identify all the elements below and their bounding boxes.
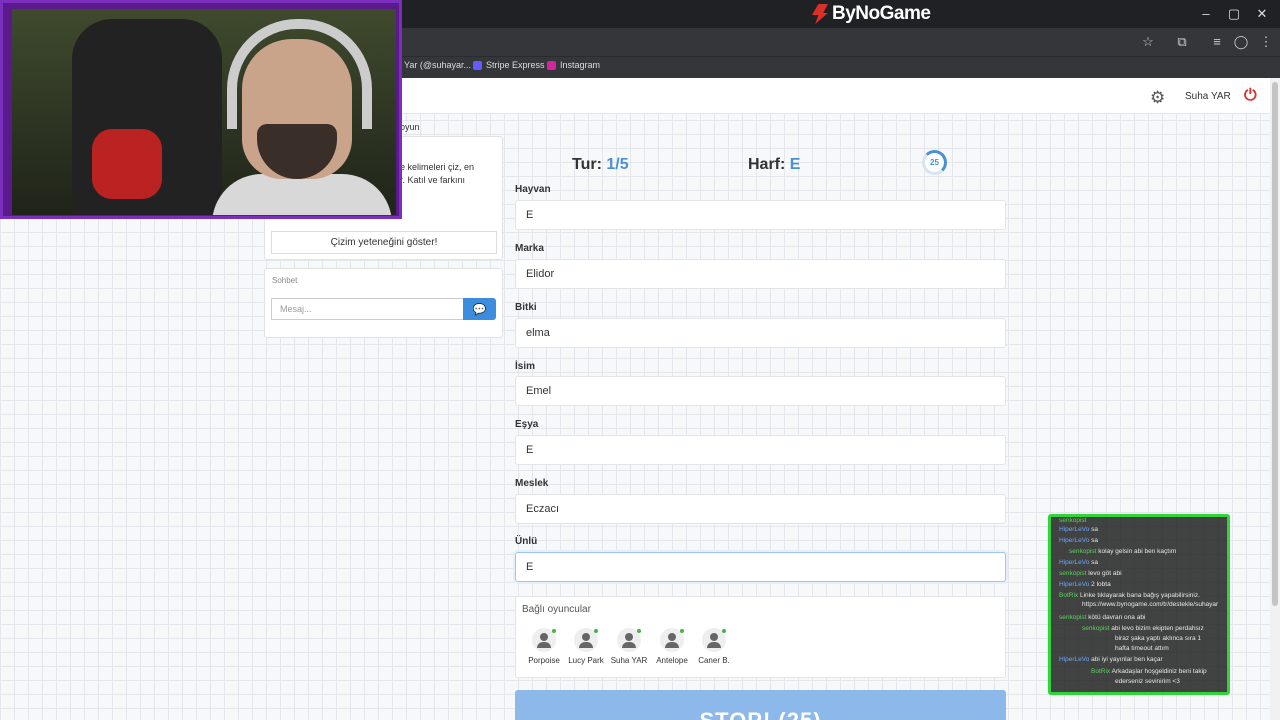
chat-line: HiperLeVo sa	[1059, 559, 1099, 566]
chat-line: HiperLeVo abi iyi yayınlar ben kaçar	[1059, 656, 1163, 663]
bitki-input[interactable]	[515, 318, 1006, 348]
stop-button[interactable]: STOP! (25)	[515, 690, 1006, 720]
menu-icon[interactable]: ⋮	[1258, 34, 1274, 50]
chat-line: ederseniz sevinirim <3	[1115, 678, 1180, 685]
field-label-esya: Eşya	[515, 419, 539, 430]
online-status-dot	[552, 629, 556, 633]
stripe-icon	[473, 60, 482, 70]
instagram-icon	[547, 60, 556, 70]
minimize-icon[interactable]: –	[1196, 6, 1216, 21]
username-label[interactable]: Suha YAR	[1185, 91, 1231, 102]
draw-skill-button[interactable]: Çizim yeteneğini göster!	[271, 231, 497, 254]
power-icon[interactable]: ⏻	[1244, 87, 1257, 105]
bookmark-star-icon[interactable]: ☆	[1140, 34, 1156, 50]
online-status-dot	[680, 629, 684, 633]
field-label-unlu: Ünlü	[515, 536, 538, 547]
field-label-meslek: Meslek	[515, 478, 549, 489]
chat-line: biraz şaka yaptı aklınca sıra 1	[1115, 635, 1201, 642]
chat-bubble-icon: 💬	[472, 303, 487, 316]
online-status-dot	[722, 629, 726, 633]
profile-icon[interactable]: ◯	[1233, 34, 1249, 50]
chat-line: BotRix Arkadaşlar hoşgeldiniz beni takip	[1091, 668, 1207, 675]
info-text-line: oyun	[400, 122, 420, 132]
field-label-hayvan: Hayvan	[515, 184, 551, 195]
unlu-input[interactable]	[515, 552, 1006, 582]
chat-line: HiperLeVo sa	[1059, 537, 1099, 544]
letter-indicator: Harf: E	[748, 156, 801, 173]
online-status-dot	[637, 629, 641, 633]
meslek-input[interactable]	[515, 494, 1006, 524]
online-status-dot	[594, 629, 598, 633]
extensions-icon[interactable]: ⧉	[1174, 34, 1190, 50]
brand-name: ByNoGame	[832, 3, 931, 24]
stream-chat-overlay: senkopist HiperLeVo sa HiperLeVo sa senk…	[1048, 514, 1230, 695]
field-label-bitki: Bitki	[515, 302, 537, 313]
letter-value: E	[789, 156, 801, 173]
info-text-line: r. Katıl ve farkını	[400, 175, 466, 185]
isim-input[interactable]	[515, 376, 1006, 406]
webcam-overlay	[0, 0, 402, 219]
scrollbar-thumb[interactable]	[1272, 82, 1278, 606]
chat-line: senkopist kolay gelsin abi ben kaçtım	[1069, 548, 1177, 555]
chat-line: https://www.bynogame.com/tr/destekle/suh…	[1082, 601, 1219, 608]
marka-input[interactable]	[515, 259, 1006, 289]
round-value: 1/5	[606, 156, 629, 173]
bynogame-logo-icon	[812, 4, 828, 24]
chat-line: senkopist levo göt abi	[1059, 570, 1122, 577]
chat-title: Sohbet	[272, 276, 298, 285]
close-icon[interactable]: ✕	[1252, 6, 1272, 22]
field-label-marka: Marka	[515, 243, 544, 254]
send-message-button[interactable]: 💬	[463, 298, 496, 320]
maximize-icon[interactable]: ▢	[1224, 6, 1244, 22]
webcam-feed	[12, 9, 396, 215]
chat-line: senkopist	[1059, 517, 1087, 524]
bookmark-item[interactable]: Yar (@suhayar...	[404, 60, 471, 70]
chat-line: senkopist kötü davran ona abi	[1059, 614, 1146, 621]
chat-line: BotRix Linke tıklayarak bana bağış yapab…	[1059, 592, 1200, 599]
bookmark-item[interactable]: Stripe Express	[473, 60, 545, 70]
round-indicator: Tur: 1/5	[572, 156, 629, 173]
field-label-isim: İsim	[515, 361, 536, 372]
countdown-timer: 25	[922, 150, 947, 175]
bookmark-item[interactable]: Instagram	[547, 60, 600, 70]
brand-logo[interactable]: ByNoGame	[812, 3, 931, 25]
chat-line: HiperLeVo sa	[1059, 526, 1099, 533]
esya-input[interactable]	[515, 435, 1006, 465]
message-input[interactable]	[271, 298, 464, 320]
info-text-line: e kelimeleri çiz, en	[400, 162, 475, 172]
player-item[interactable]: Caner B.	[689, 628, 739, 665]
gear-icon[interactable]: ⚙	[1150, 88, 1165, 108]
chat-line: hafta timeout attım	[1115, 645, 1169, 652]
media-control-icon[interactable]: ≡	[1209, 34, 1225, 49]
players-title: Bağlı oyuncular	[522, 604, 591, 615]
chat-line: HiperLeVo 2 lobta	[1059, 581, 1111, 588]
hayvan-input[interactable]	[515, 200, 1006, 230]
chat-line: senkopist abi levo bizim ekipten perdahs…	[1082, 625, 1204, 632]
